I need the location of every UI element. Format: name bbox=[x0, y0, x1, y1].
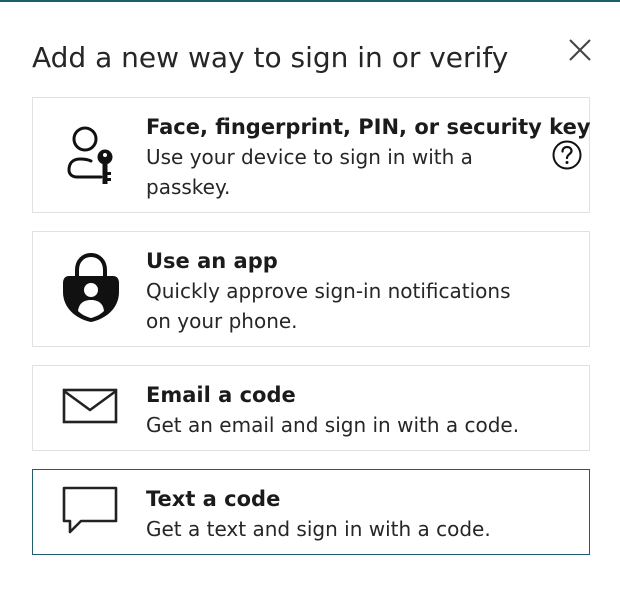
authenticator-app-lock-icon bbox=[61, 252, 121, 322]
option-title: Text a code bbox=[146, 487, 281, 511]
top-divider bbox=[0, 0, 620, 2]
passkey-person-key-icon bbox=[61, 124, 121, 184]
close-icon bbox=[569, 39, 591, 61]
option-description: Use your device to sign in with a passke… bbox=[146, 145, 473, 199]
option-description: Quickly approve sign-in notifications on… bbox=[146, 279, 511, 333]
option-description: Get an email and sign in with a code. bbox=[146, 413, 520, 437]
option-use-app[interactable]: Use an app Quickly approve sign-in notif… bbox=[32, 231, 590, 347]
option-title: Use an app bbox=[146, 249, 278, 273]
option-title: Face, fingerprint, PIN, or security key bbox=[146, 115, 591, 139]
envelope-icon bbox=[61, 384, 121, 444]
chat-bubble-icon bbox=[61, 484, 121, 544]
dialog-title: Add a new way to sign in or verify bbox=[32, 41, 509, 74]
option-description: Get a text and sign in with a code. bbox=[146, 517, 491, 541]
option-email-code[interactable]: Email a code Get an email and sign in wi… bbox=[32, 365, 590, 451]
option-title: Email a code bbox=[146, 383, 296, 407]
help-button[interactable] bbox=[551, 139, 583, 171]
option-text-code[interactable]: Text a code Get a text and sign in with … bbox=[32, 469, 590, 555]
option-passkey[interactable]: Face, fingerprint, PIN, or security key … bbox=[32, 97, 591, 213]
close-button[interactable] bbox=[563, 33, 597, 67]
question-circle-icon bbox=[552, 140, 582, 170]
